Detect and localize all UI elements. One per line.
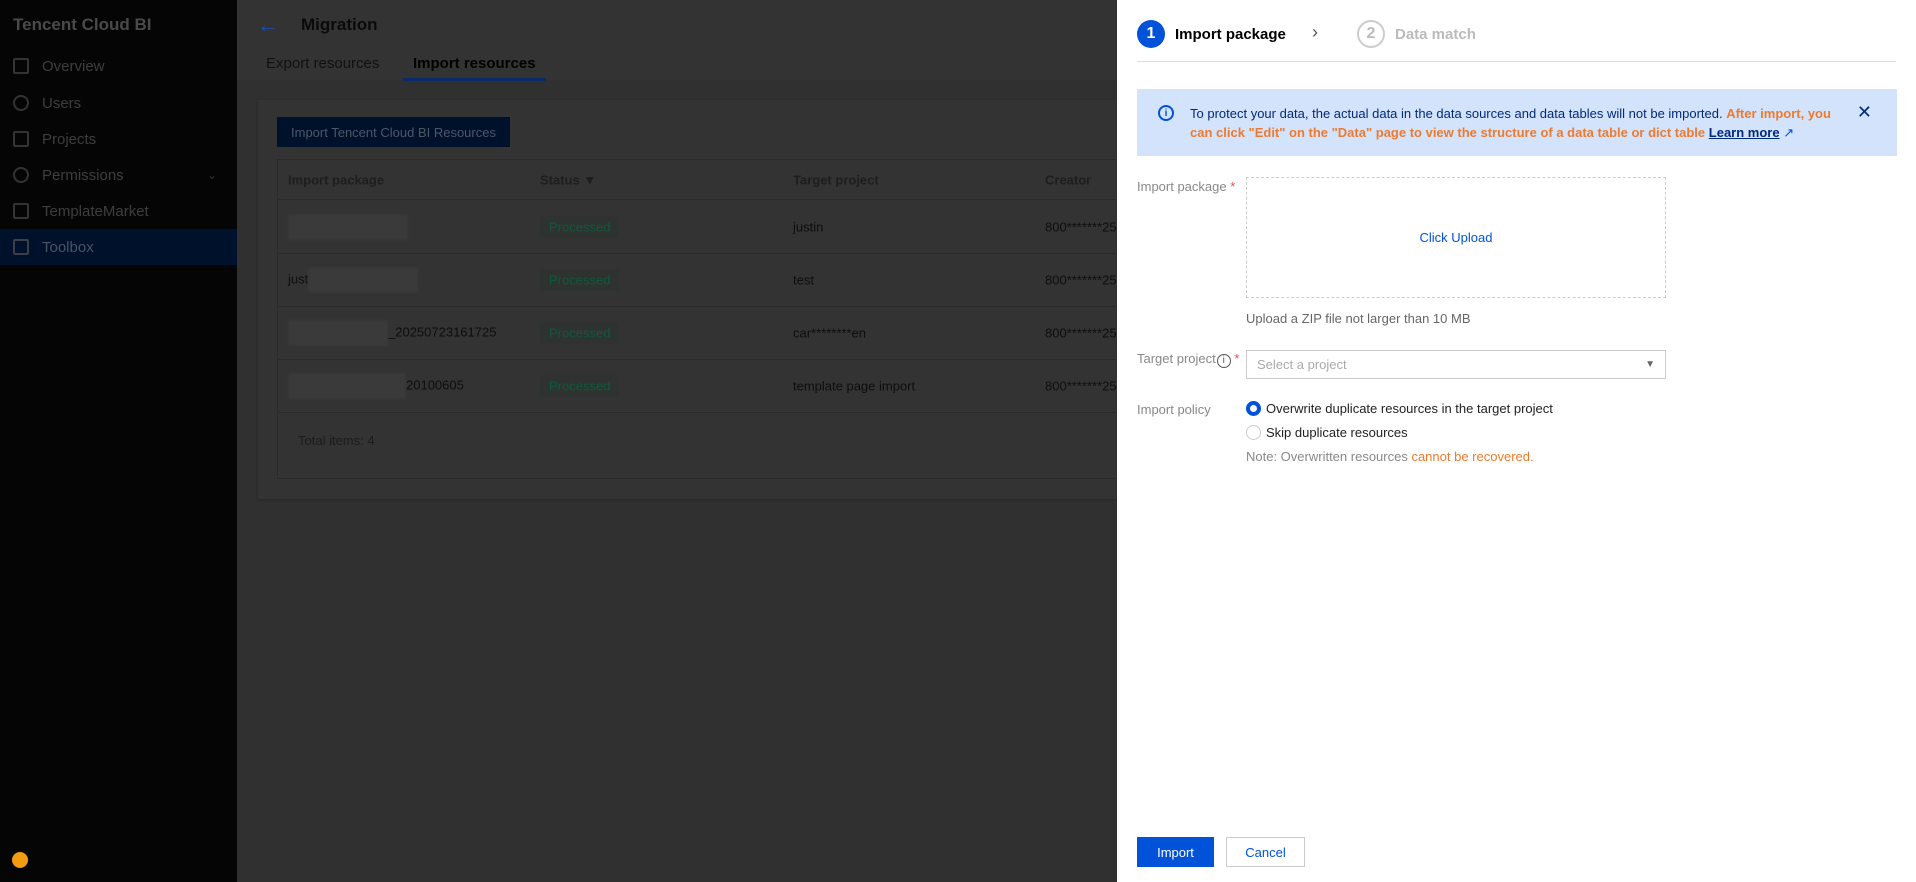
sidebar-item-projects[interactable]: Projects bbox=[0, 121, 237, 157]
table-row: Processed justin 800*******259 bbox=[278, 200, 1157, 254]
step-number: 1 bbox=[1137, 20, 1165, 48]
radio-label: Overwrite duplicate resources in the tar… bbox=[1266, 401, 1553, 416]
status-badge: Processed bbox=[540, 375, 620, 397]
status-badge: Processed bbox=[540, 322, 620, 344]
creator: 800*******259 bbox=[1045, 378, 1124, 394]
app-logo-icon bbox=[12, 852, 28, 868]
redacted-block bbox=[288, 373, 406, 399]
import-card: Import Tencent Cloud BI Resources Import… bbox=[258, 100, 1158, 499]
target-project: car********en bbox=[793, 325, 866, 341]
nav-label: Users bbox=[42, 94, 82, 112]
package-name: 20100605 bbox=[288, 373, 464, 399]
nav-label: Projects bbox=[42, 130, 97, 148]
target-project: test bbox=[793, 272, 814, 288]
col-creator: Creator bbox=[1045, 172, 1092, 187]
chevron-right-icon: › bbox=[1312, 22, 1318, 42]
grid-icon bbox=[13, 58, 29, 74]
chevron-down-icon: ⌄ bbox=[206, 168, 217, 182]
col-status-label: Status bbox=[540, 172, 580, 187]
step-import-package: 1 Import package bbox=[1137, 20, 1286, 48]
package-name bbox=[288, 213, 408, 240]
radio-skip[interactable]: Skip duplicate resources bbox=[1246, 425, 1408, 440]
info-icon[interactable]: i bbox=[1216, 354, 1231, 368]
upload-hint: Upload a ZIP file not larger than 10 MB bbox=[1246, 311, 1471, 326]
import-package-label: Import package * bbox=[1137, 179, 1236, 194]
close-icon[interactable]: ✕ bbox=[1857, 103, 1872, 122]
sidebar-item-toolbox[interactable]: Toolbox bbox=[0, 229, 237, 265]
upload-area[interactable]: Click Upload bbox=[1246, 177, 1666, 298]
creator: 800*******259 bbox=[1045, 325, 1124, 341]
brand-title: Tencent Cloud BI bbox=[13, 15, 152, 34]
status-badge: Processed bbox=[540, 269, 620, 291]
table-row: just Processed test 800*******259 bbox=[278, 254, 1157, 307]
total-items: Total items: 4 bbox=[298, 433, 375, 448]
col-import-package: Import package bbox=[288, 172, 385, 187]
target-project: justin bbox=[793, 219, 824, 234]
main-content[interactable]: ← Migration Export resources Import reso… bbox=[237, 0, 1158, 882]
target-project-select[interactable]: Select a project ▼ bbox=[1246, 350, 1666, 379]
radio-checked[interactable] bbox=[1246, 401, 1261, 416]
col-target-project: Target project bbox=[793, 172, 879, 187]
projects-icon bbox=[13, 131, 29, 147]
policy-note: Note: Overwritten resources cannot be re… bbox=[1246, 449, 1534, 464]
sidebar: Tencent Cloud BI Overview Users Projects… bbox=[0, 0, 237, 882]
target-project: template page import bbox=[793, 378, 916, 394]
nav-label: TemplateMarket bbox=[42, 202, 149, 220]
target-project-label: Target project i * bbox=[1137, 351, 1240, 368]
banner-text: To protect your data, the actual data in… bbox=[1190, 106, 1727, 121]
redacted-block bbox=[308, 267, 419, 293]
stepper: 1 Import package › 2 Data match bbox=[1137, 20, 1896, 62]
key-icon bbox=[13, 167, 29, 183]
step-data-match: 2 Data match bbox=[1357, 20, 1476, 48]
status-badge: Processed bbox=[540, 216, 620, 237]
page-header: ← Migration Export resources Import reso… bbox=[237, 0, 1117, 81]
import-resources-button[interactable]: Import Tencent Cloud BI Resources bbox=[277, 117, 510, 147]
nav-label: Overview bbox=[42, 57, 105, 75]
radio-overwrite[interactable]: Overwrite duplicate resources in the tar… bbox=[1246, 401, 1553, 416]
back-arrow-icon[interactable]: ← bbox=[257, 12, 279, 38]
package-name: just bbox=[288, 267, 419, 293]
step-number: 2 bbox=[1357, 20, 1385, 48]
external-link-icon[interactable]: ↗ bbox=[1783, 125, 1794, 140]
col-status[interactable]: Status ▼ bbox=[540, 172, 596, 187]
table-header: Import package Status ▼ Target project C… bbox=[278, 160, 1157, 200]
dropdown-caret-icon: ▼ bbox=[1645, 359, 1655, 370]
click-upload-link[interactable]: Click Upload bbox=[1420, 230, 1493, 245]
filter-icon[interactable]: ▼ bbox=[583, 172, 596, 187]
page-title: Migration bbox=[301, 15, 378, 34]
sidebar-item-overview[interactable]: Overview bbox=[0, 48, 237, 84]
info-banner: i To protect your data, the actual data … bbox=[1137, 89, 1897, 156]
import-table: Import package Status ▼ Target project C… bbox=[277, 159, 1158, 479]
table-row: 20100605 Processed template page import … bbox=[278, 360, 1157, 413]
info-icon: i bbox=[1158, 105, 1174, 121]
select-placeholder: Select a project bbox=[1257, 357, 1347, 372]
creator: 800*******259 bbox=[1045, 272, 1124, 288]
radio-label: Skip duplicate resources bbox=[1266, 425, 1408, 440]
nav-label: Permissions bbox=[42, 166, 124, 184]
learn-more-link[interactable]: Learn more bbox=[1709, 125, 1780, 140]
sidebar-item-users[interactable]: Users bbox=[0, 85, 237, 121]
import-button[interactable]: Import bbox=[1137, 837, 1214, 867]
user-icon bbox=[13, 95, 29, 111]
nav-label: Toolbox bbox=[42, 238, 94, 256]
sidebar-item-templatemarket[interactable]: TemplateMarket bbox=[0, 193, 237, 229]
table-row: _20250723161725 Processed car********en … bbox=[278, 307, 1157, 360]
package-name: _20250723161725 bbox=[288, 320, 496, 346]
template-icon bbox=[13, 203, 29, 219]
toolbox-icon bbox=[13, 239, 29, 255]
redacted-block bbox=[288, 213, 408, 240]
redacted-block bbox=[288, 320, 388, 346]
creator: 800*******259 bbox=[1045, 219, 1124, 234]
sidebar-item-permissions[interactable]: Permissions ⌄ bbox=[0, 157, 237, 193]
import-policy-label: Import policy bbox=[1137, 402, 1211, 417]
import-drawer: 1 Import package › 2 Data match i To prote… bbox=[1117, 0, 1916, 882]
radio-unchecked[interactable] bbox=[1246, 425, 1261, 440]
tab-export-resources[interactable]: Export resources bbox=[266, 55, 379, 80]
step-label: Import package bbox=[1175, 25, 1286, 43]
step-label: Data match bbox=[1395, 25, 1476, 43]
tab-import-resources[interactable]: Import resources bbox=[403, 55, 546, 81]
cancel-button[interactable]: Cancel bbox=[1226, 837, 1305, 867]
